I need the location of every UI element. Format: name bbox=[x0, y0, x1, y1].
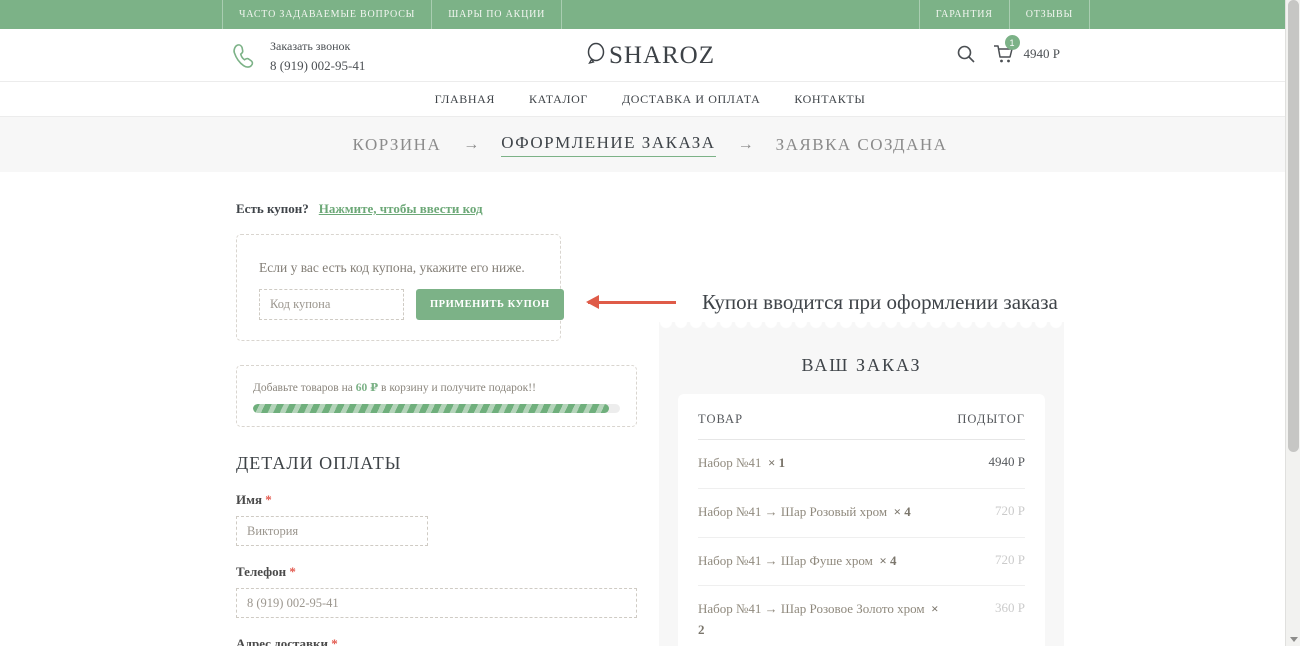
coupon-annotation: Купон вводится при оформлении заказа bbox=[588, 290, 1058, 315]
receipt-scallop-edge bbox=[659, 322, 1064, 331]
order-item-row: Набор №41 × 1 4940 Р bbox=[698, 440, 1025, 489]
item-qty: × 1 bbox=[768, 455, 785, 470]
item-name-text: Набор №41 → Шар Розовое Золото хром bbox=[698, 601, 925, 616]
field-phone-label-text: Телефон bbox=[236, 564, 286, 579]
annotation-text: Купон вводится при оформлении заказа bbox=[702, 290, 1058, 315]
order-item-price: 360 Р bbox=[995, 599, 1025, 616]
checkout-steps: КОРЗИНА → ОФОРМЛЕНИЕ ЗАКАЗА → ЗАЯВКА СОЗ… bbox=[0, 117, 1300, 172]
item-qty: × 4 bbox=[894, 504, 911, 519]
topbar-link-faq[interactable]: ЧАСТО ЗАДАВАЕМЫЕ ВОПРОСЫ bbox=[222, 0, 432, 29]
arrow-left-icon bbox=[588, 301, 676, 304]
balloon-logo-icon bbox=[585, 42, 607, 70]
required-mark: * bbox=[331, 636, 338, 646]
order-item-price: 720 Р bbox=[995, 502, 1025, 519]
order-table-header: ТОВАР ПОДЫТОГ bbox=[698, 398, 1025, 440]
apply-coupon-button[interactable]: ПРИМЕНИТЬ КУПОН bbox=[416, 289, 564, 320]
required-mark: * bbox=[265, 492, 272, 507]
step-cart[interactable]: КОРЗИНА bbox=[353, 135, 442, 155]
col-product: ТОВАР bbox=[698, 412, 743, 427]
order-item-price: 4940 Р bbox=[989, 453, 1025, 470]
order-item-name: Набор №41 → Шар Фуше хром × 4 bbox=[698, 551, 897, 572]
item-name-text: Набор №41 → Шар Фуше хром bbox=[698, 553, 873, 568]
step-order-created: ЗАЯВКА СОЗДАНА bbox=[776, 135, 948, 155]
cart-button[interactable]: 1 4940 Р bbox=[992, 43, 1060, 65]
order-item-row: Набор №41 → Шар Розовое Золото хром × 2 … bbox=[698, 586, 1025, 646]
topbar-link-sale-balloons[interactable]: ШАРЫ ПО АКЦИИ bbox=[432, 0, 562, 29]
name-input[interactable] bbox=[236, 516, 428, 546]
order-item-name: Набор №41 → Шар Розовое Золото хром × 2 bbox=[698, 599, 948, 641]
step-arrow-icon: → bbox=[738, 136, 754, 154]
step-arrow-icon: → bbox=[463, 136, 479, 154]
coupon-question-row: Есть купон? Нажмите, чтобы ввести код bbox=[236, 200, 1064, 218]
phone-input[interactable] bbox=[236, 588, 637, 618]
gift-progress-box: Добавьте товаров на 60 ₽ в корзину и пол… bbox=[236, 365, 637, 427]
field-address-label-text: Адрес доставки bbox=[236, 636, 328, 646]
coupon-code-input[interactable] bbox=[259, 289, 404, 320]
cart-count-badge: 1 bbox=[1005, 35, 1020, 50]
scrollbar[interactable] bbox=[1285, 0, 1300, 646]
gift-text-after: в корзину и получите подарок!! bbox=[378, 382, 536, 394]
topbar-left-links: ЧАСТО ЗАДАВАЕМЫЕ ВОПРОСЫ ШАРЫ ПО АКЦИИ bbox=[222, 0, 562, 29]
coupon-box: Если у вас есть код купона, укажите его … bbox=[236, 234, 561, 341]
nav-item-contacts[interactable]: КОНТАКТЫ bbox=[794, 92, 865, 107]
item-name-text: Набор №41 bbox=[698, 455, 761, 470]
order-summary-card: ТОВАР ПОДЫТОГ Набор №41 × 1 4940 Р Набор… bbox=[678, 394, 1045, 646]
order-item-row: Набор №41 → Шар Фуше хром × 4 720 Р bbox=[698, 538, 1025, 587]
cart-total: 4940 Р bbox=[1024, 46, 1060, 62]
coupon-toggle-link[interactable]: Нажмите, чтобы ввести код bbox=[319, 201, 483, 216]
site-logo[interactable]: SHAROZ bbox=[0, 29, 1300, 82]
logo-text: SHAROZ bbox=[609, 42, 715, 70]
gift-progress-fill bbox=[253, 404, 609, 413]
main-content: Есть купон? Нажмите, чтобы ввести код Ес… bbox=[236, 172, 1064, 646]
topbar-link-reviews[interactable]: ОТЗЫВЫ bbox=[1010, 0, 1090, 29]
order-item-price: 720 Р bbox=[995, 551, 1025, 568]
gift-amount: 60 ₽ bbox=[356, 382, 378, 394]
gift-progress-track bbox=[253, 404, 620, 413]
item-qty: × 4 bbox=[879, 553, 896, 568]
header-actions: 1 4940 Р bbox=[956, 43, 1060, 65]
col-subtotal: ПОДЫТОГ bbox=[957, 412, 1025, 427]
order-item-name: Набор №41 → Шар Розовый хром × 4 bbox=[698, 502, 911, 523]
field-name-label-text: Имя bbox=[236, 492, 262, 507]
search-icon[interactable] bbox=[956, 44, 976, 64]
required-mark: * bbox=[289, 564, 296, 579]
topbar-link-warranty[interactable]: ГАРАНТИЯ bbox=[919, 0, 1010, 29]
main-nav: ГЛАВНАЯ КАТАЛОГ ДОСТАВКА И ОПЛАТА КОНТАК… bbox=[0, 82, 1300, 117]
nav-item-delivery[interactable]: ДОСТАВКА И ОПЛАТА bbox=[622, 92, 760, 107]
order-summary-title: ВАШ ЗАКАЗ bbox=[659, 355, 1064, 376]
gift-progress-text: Добавьте товаров на 60 ₽ в корзину и пол… bbox=[253, 380, 620, 394]
order-summary-panel: ВАШ ЗАКАЗ ТОВАР ПОДЫТОГ Набор №41 × 1 49… bbox=[659, 322, 1064, 646]
site-header: Заказать звонок 8 (919) 002-95-41 SHAROZ bbox=[0, 29, 1300, 82]
topbar: ЧАСТО ЗАДАВАЕМЫЕ ВОПРОСЫ ШАРЫ ПО АКЦИИ Г… bbox=[0, 0, 1300, 29]
nav-item-catalog[interactable]: КАТАЛОГ bbox=[529, 92, 588, 107]
coupon-hint-text: Если у вас есть код купона, укажите его … bbox=[259, 260, 538, 276]
order-item-row: Набор №41 → Шар Розовый хром × 4 720 Р bbox=[698, 489, 1025, 538]
gift-text-before: Добавьте товаров на bbox=[253, 382, 356, 394]
scrollbar-thumb[interactable] bbox=[1288, 0, 1299, 452]
order-item-name: Набор №41 × 1 bbox=[698, 453, 785, 474]
scrollbar-down-arrow-icon[interactable] bbox=[1290, 637, 1298, 642]
topbar-right-links: ГАРАНТИЯ ОТЗЫВЫ bbox=[919, 0, 1090, 29]
coupon-question-label: Есть купон? bbox=[236, 201, 309, 216]
step-checkout-current: ОФОРМЛЕНИЕ ЗАКАЗА bbox=[501, 133, 715, 157]
nav-item-home[interactable]: ГЛАВНАЯ bbox=[435, 92, 495, 107]
item-name-text: Набор №41 → Шар Розовый хром bbox=[698, 504, 887, 519]
checkout-page: ЧАСТО ЗАДАВАЕМЫЕ ВОПРОСЫ ШАРЫ ПО АКЦИИ Г… bbox=[0, 0, 1300, 646]
